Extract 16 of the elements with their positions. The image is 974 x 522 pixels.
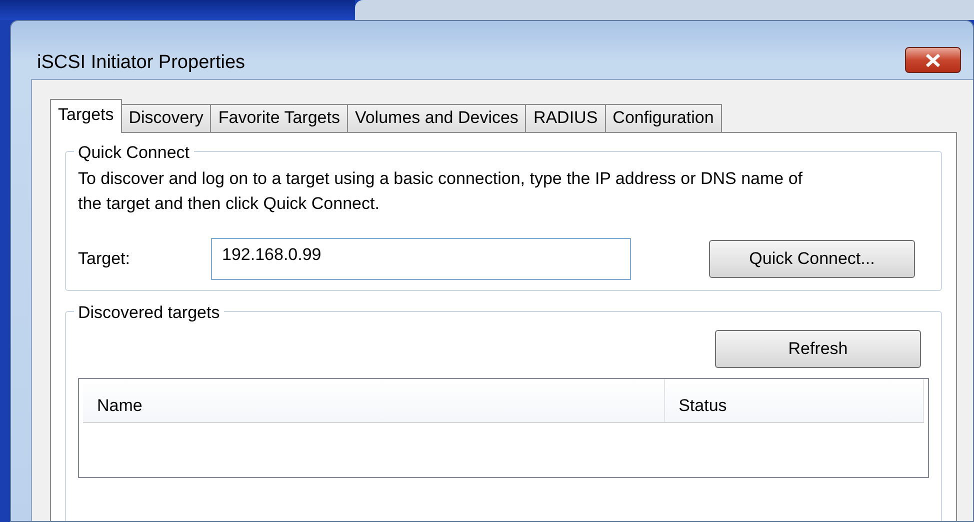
description-text: To discover and log on to a target using a basic connection, type the IP address or DNS name of the target and then click Quick Connect.: [78, 168, 804, 215]
tab[interactable]: RADIUS: [525, 104, 606, 132]
target-field[interactable]: 192.168.0.99: [211, 238, 631, 280]
tab[interactable]: Discovery: [120, 104, 212, 132]
tab[interactable]: Favorite Targets: [210, 104, 348, 132]
close-icon: [925, 54, 941, 66]
tab[interactable]: Targets: [50, 99, 122, 133]
refresh-button[interactable]: Refresh: [715, 330, 921, 368]
tab[interactable]: Configuration: [604, 104, 722, 132]
tab[interactable]: Volumes and Devices: [346, 104, 526, 132]
close-button[interactable]: [905, 47, 961, 73]
target-label: Target:: [78, 248, 131, 270]
column-header[interactable]: Name: [83, 379, 665, 422]
column-header[interactable]: Status: [664, 379, 924, 422]
quick-connect-button[interactable]: Quick Connect...: [709, 240, 915, 278]
window-title: iSCSI Initiator Properties: [37, 51, 246, 75]
